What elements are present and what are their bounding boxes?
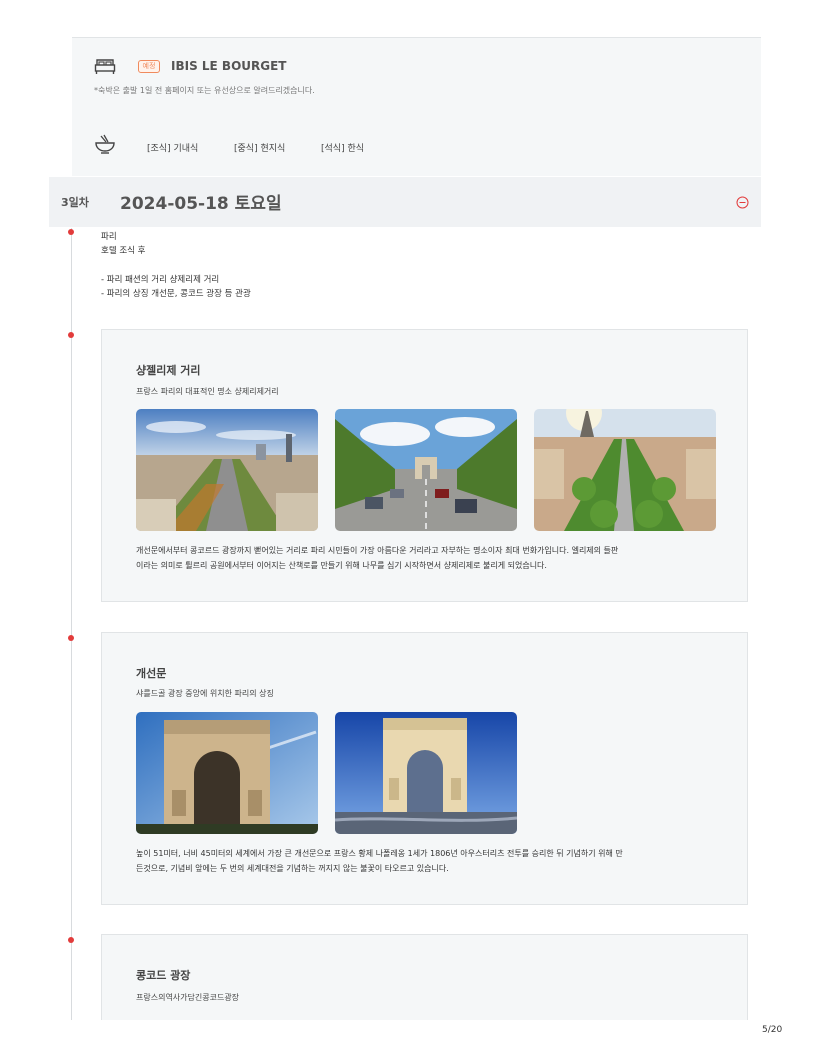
place-card-champs-elysees: 샹젤리제 거리 프랑스 파리의 대표적인 명소 샹제리제거리 개선문에서부터 콩… (101, 329, 748, 602)
hotel-note: *숙박은 출발 1일 전 홈페이지 또는 유선상으로 알려드리겠습니다. (94, 86, 315, 95)
description-line: 높이 51미터, 너비 45미터의 세계에서 가장 큰 개선문으로 프랑스 황제… (136, 849, 623, 858)
hotel-name: IBIS LE BOURGET (171, 59, 287, 73)
schedule-city: 파리 (101, 232, 117, 242)
status-badge: 예정 (138, 60, 160, 73)
arc-de-triomphe-blue-photo (335, 712, 517, 834)
timeline-dot (68, 332, 74, 338)
timeline-dot (68, 937, 74, 943)
hotel-section: 예정 IBIS LE BOURGET *숙박은 출발 1일 전 홈페이지 또는 … (72, 37, 761, 111)
description-line: 개선문에서부터 콩코르드 광장까지 뻗어있는 거리로 파리 시민들이 가장 아름… (136, 546, 619, 555)
champs-elysees-street-photo (335, 409, 517, 531)
champs-elysees-aerial-photo (136, 409, 318, 531)
day-label: 3일차 (61, 196, 89, 209)
description-line: 든것으로, 기념비 앞에는 두 번의 세계대전을 기념하는 꺼지지 않는 불꽃이… (136, 864, 449, 873)
arc-de-triomphe-sky-photo (136, 712, 318, 834)
place-card-concorde: 콩코드 광장 프랑스의역사가담긴콩코드광장 (101, 934, 748, 1020)
meal-section: [조식] 기내식 [중식] 현지식 [석식] 한식 (72, 110, 761, 176)
bed-icon (94, 59, 116, 74)
place-title: 샹젤리제 거리 (136, 364, 201, 377)
meal-breakfast: [조식] 기내식 (147, 144, 199, 154)
description-line: 이라는 의미로 튈르리 공원에서부터 이어지는 산책로를 만들기 위해 나무를 … (136, 561, 547, 570)
place-card-arc-de-triomphe: 개선문 샤를드골 광장 중앙에 위치한 파리의 상징 높이 51미터, 너비 4… (101, 632, 748, 905)
page-number: 5/20 (762, 1025, 783, 1035)
timeline-dot (68, 635, 74, 641)
place-description: 높이 51미터, 너비 45미터의 세계에서 가장 큰 개선문으로 프랑스 황제… (136, 846, 718, 876)
timeline-line (71, 228, 72, 1020)
day-date: 2024-05-18 토요일 (120, 194, 282, 214)
place-description: 개선문에서부터 콩코르드 광장까지 뻗어있는 거리로 파리 시민들이 가장 아름… (136, 543, 718, 573)
schedule-line: - 파리 패션의 거리 샹제리제 거리 (101, 275, 220, 285)
meal-dinner: [석식] 한식 (321, 144, 365, 154)
bowl-icon (95, 134, 115, 154)
minus-circle-icon[interactable] (736, 196, 749, 209)
place-subtitle: 프랑스 파리의 대표적인 명소 샹제리제거리 (136, 387, 279, 396)
schedule-line: - 파리의 상징 개선문, 콩코드 광장 등 관광 (101, 289, 251, 299)
schedule-line: 호텔 조식 후 (101, 246, 146, 256)
meal-lunch: [중식] 현지식 (234, 144, 286, 154)
place-subtitle: 프랑스의역사가담긴콩코드광장 (136, 993, 240, 1002)
place-title: 개선문 (136, 667, 167, 680)
place-subtitle: 샤를드골 광장 중앙에 위치한 파리의 상징 (136, 689, 274, 698)
champs-elysees-eiffel-view-photo (534, 409, 716, 531)
place-title: 콩코드 광장 (136, 969, 191, 982)
day-header[interactable]: 3일차 2024-05-18 토요일 (49, 177, 761, 227)
timeline-dot (68, 229, 74, 235)
